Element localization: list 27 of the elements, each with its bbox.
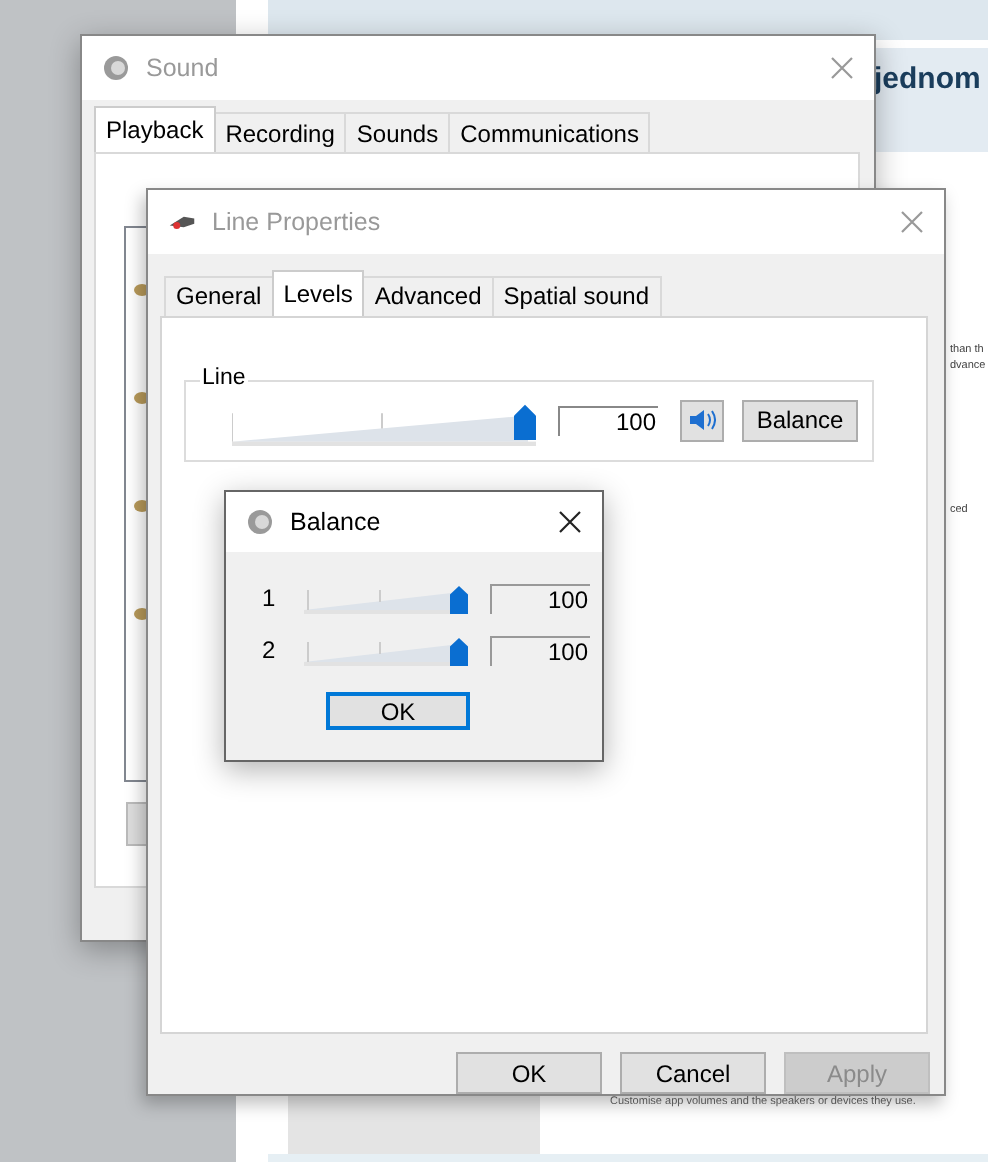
- window-title: Sound: [146, 54, 221, 82]
- dialog-button[interactable]: OK: [456, 1052, 602, 1094]
- balance-slider[interactable]: [304, 634, 468, 666]
- page-heading: jednom: [874, 62, 981, 96]
- tab[interactable]: Playback: [94, 106, 216, 152]
- slider-thumb[interactable]: [450, 586, 468, 614]
- group-label: Line: [200, 365, 248, 390]
- channel-label: 1: [262, 584, 278, 612]
- dialog-button[interactable]: Cancel: [620, 1052, 766, 1094]
- channel-label: 2: [262, 636, 278, 664]
- balance-button[interactable]: Balance: [742, 399, 858, 442]
- tab[interactable]: Recording: [213, 112, 347, 152]
- level-field[interactable]: 100: [558, 405, 658, 436]
- mute-button[interactable]: [680, 399, 724, 442]
- level-field[interactable]: 100: [490, 635, 590, 665]
- ok-button[interactable]: OK: [326, 692, 470, 730]
- slider-thumb[interactable]: [450, 638, 468, 666]
- tab[interactable]: Communications: [448, 112, 651, 152]
- tab[interactable]: Spatial sound: [491, 275, 661, 316]
- close-icon[interactable]: [558, 510, 582, 534]
- tab[interactable]: General: [164, 275, 274, 316]
- window-title: Line Properties: [212, 207, 383, 236]
- tab[interactable]: Levels: [271, 269, 365, 316]
- level-field[interactable]: 100: [490, 583, 590, 613]
- slider-thumb[interactable]: [514, 404, 536, 441]
- window-title: Balance: [290, 508, 383, 536]
- balance-slider[interactable]: [304, 582, 468, 614]
